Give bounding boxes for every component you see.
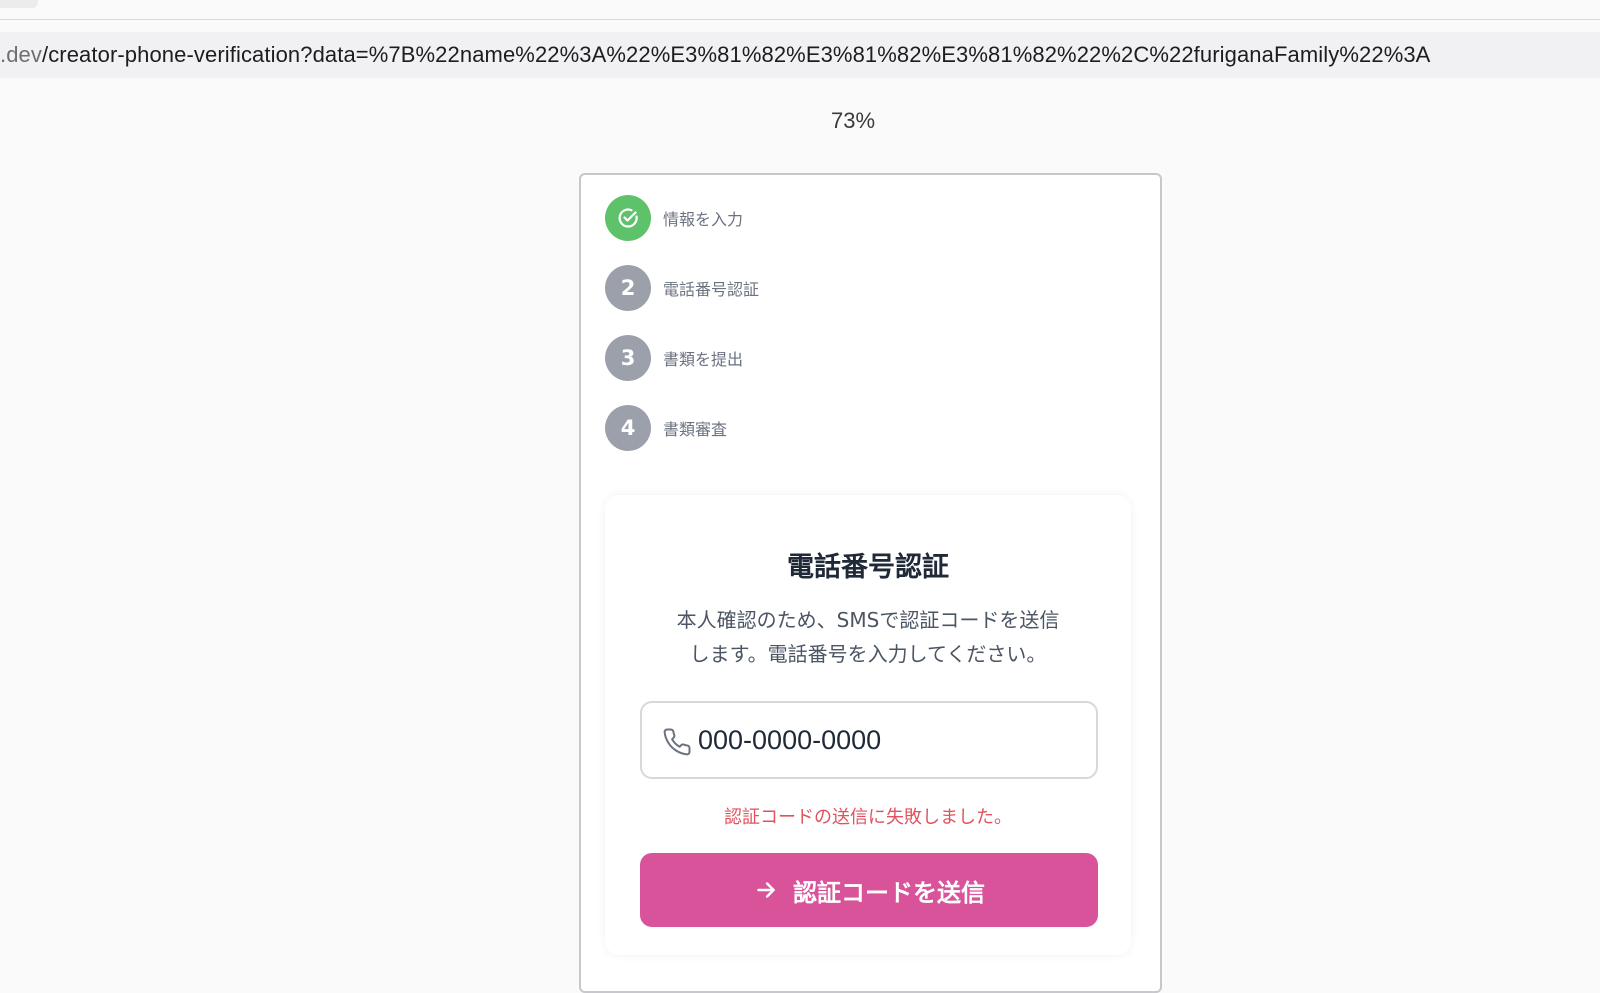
- step-2-label: 電話番号認証: [663, 280, 760, 299]
- browser-tab[interactable]: [0, 0, 38, 8]
- send-code-button[interactable]: 認証コードを送信: [640, 853, 1098, 927]
- step-phone-verification: 2 電話番号認証: [605, 265, 759, 311]
- address-bar[interactable]: .dev/creator-phone-verification?data=%7B…: [0, 32, 1600, 78]
- zoom-level: 73%: [830, 108, 876, 133]
- card-description: 本人確認のため、SMSで認証コードを送信 します。電話番号を入力してください。: [635, 603, 1101, 671]
- step-4-label: 書類審査: [663, 420, 728, 439]
- send-code-label: 認証コードを送信: [793, 879, 985, 907]
- error-message: 認証コードの送信に失敗しました。: [724, 807, 1012, 828]
- verification-panel: 情報を入力 2 電話番号認証 3 書類を提出 4 書類審査 電話番号認証 本人確…: [579, 173, 1162, 993]
- step-1-label: 情報を入力: [663, 210, 744, 229]
- step-4-circle: 4: [605, 405, 651, 451]
- phone-icon: [663, 728, 691, 756]
- step-3-label: 書類を提出: [663, 350, 744, 369]
- step-document-review: 4 書類審査: [605, 405, 727, 451]
- description-line-1: 本人確認のため、SMSで認証コードを送信: [676, 608, 1060, 632]
- step-document-submit: 3 書類を提出: [605, 335, 743, 381]
- check-circle-icon: [618, 208, 638, 228]
- phone-field[interactable]: [640, 701, 1098, 779]
- arrow-right-icon: [757, 882, 775, 898]
- step-info-input: 情報を入力: [605, 195, 743, 241]
- card-title: 電話番号認証: [787, 552, 949, 583]
- phone-input[interactable]: [698, 717, 1078, 763]
- description-line-2: します。電話番号を入力してください。: [689, 642, 1047, 666]
- phone-verification-card: 電話番号認証 本人確認のため、SMSで認証コードを送信 します。電話番号を入力し…: [605, 495, 1131, 955]
- url-path: /creator-phone-verification?data=%7B%22n…: [41, 42, 1431, 67]
- browser-tab-strip: [0, 0, 1600, 20]
- step-3-circle: 3: [605, 335, 651, 381]
- step-2-circle: 2: [605, 265, 651, 311]
- url-text[interactable]: .dev/creator-phone-verification?data=%7B…: [0, 42, 1430, 68]
- step-1-circle: [605, 195, 651, 241]
- url-domain: .dev: [0, 42, 42, 67]
